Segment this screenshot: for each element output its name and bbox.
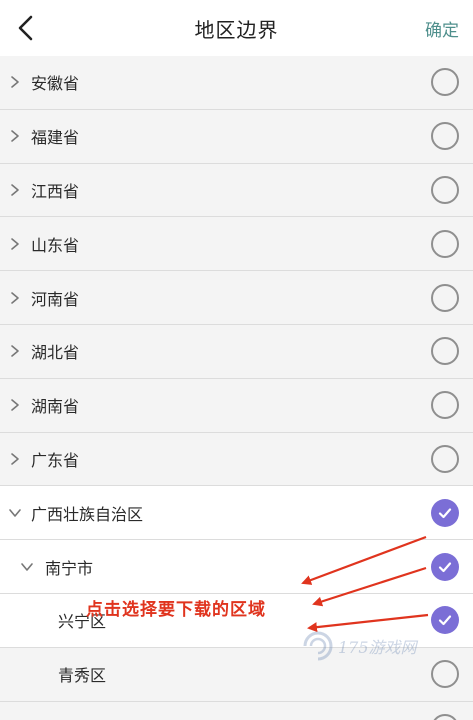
chevron-right-icon[interactable] [6, 181, 24, 199]
page-title: 地区边界 [194, 18, 279, 42]
checkmark-icon [438, 508, 452, 518]
chevron-right-icon[interactable] [6, 127, 24, 145]
header-bar: 地区边界 确定 [0, 0, 473, 56]
checkmark-icon [438, 615, 452, 626]
watermark-logo-icon [303, 631, 333, 661]
radio-unchecked[interactable] [431, 283, 459, 312]
region-row[interactable]: 湖南省 [0, 378, 473, 433]
region-label: 广西壮族自治区 [31, 504, 144, 524]
region-row[interactable]: 广东省 [0, 432, 473, 487]
radio-unchecked[interactable] [431, 444, 459, 473]
region-label: 安徽省 [31, 74, 80, 94]
region-row[interactable]: 广西壮族自治区 [0, 486, 473, 541]
checkmark-icon [438, 561, 452, 572]
region-row[interactable]: 湖北省 [0, 324, 473, 379]
chevron-right-icon[interactable] [6, 289, 24, 307]
radio-unchecked[interactable] [431, 175, 459, 204]
region-row[interactable]: 江西省 [0, 163, 473, 218]
region-row[interactable]: 安徽省 [0, 56, 473, 110]
region-row[interactable]: 山东省 [0, 217, 473, 272]
chevron-right-icon[interactable] [6, 73, 24, 91]
chevron-right-icon[interactable] [6, 450, 24, 468]
region-row[interactable]: 河南省 [0, 271, 473, 325]
watermark-text: 175游戏网 [338, 638, 417, 657]
region-label: 青秀区 [58, 666, 107, 686]
annotation-label: 点击选择要下载的区域 [86, 600, 266, 620]
region-label: 南宁市 [45, 558, 94, 578]
radio-checked[interactable] [431, 552, 459, 581]
chevron-right-icon[interactable] [6, 342, 24, 360]
radio-checked[interactable] [431, 498, 459, 527]
region-label: 湖南省 [31, 397, 80, 417]
radio-unchecked[interactable] [431, 660, 459, 689]
region-row[interactable]: 南宁市 [0, 540, 473, 594]
chevron-right-icon[interactable] [6, 396, 24, 414]
watermark: 175游戏网 [302, 629, 452, 663]
region-label: 山东省 [31, 235, 80, 255]
region-label: 湖北省 [31, 343, 80, 363]
radio-unchecked[interactable] [431, 391, 459, 420]
chevron-right-icon[interactable] [6, 235, 24, 253]
region-label: 江西省 [31, 181, 80, 201]
region-label: 福建省 [31, 128, 80, 148]
radio-unchecked[interactable] [431, 713, 459, 720]
region-row[interactable] [0, 701, 473, 720]
radio-unchecked[interactable] [431, 229, 459, 258]
region-list: 安徽省 福建省 江西省 山东省 河南省 湖北省 湖南省 广东省 广西壮族自治区 南宁市 兴宁区 青秀区 [0, 56, 473, 720]
chevron-down-icon[interactable] [6, 504, 24, 522]
radio-unchecked[interactable] [431, 68, 459, 97]
chevron-down-icon[interactable] [18, 558, 36, 576]
region-row[interactable]: 福建省 [0, 109, 473, 164]
region-label: 广东省 [31, 450, 80, 470]
region-label: 河南省 [31, 289, 80, 309]
confirm-button[interactable]: 确定 [425, 16, 459, 41]
radio-unchecked[interactable] [431, 122, 459, 151]
radio-unchecked[interactable] [431, 337, 459, 366]
